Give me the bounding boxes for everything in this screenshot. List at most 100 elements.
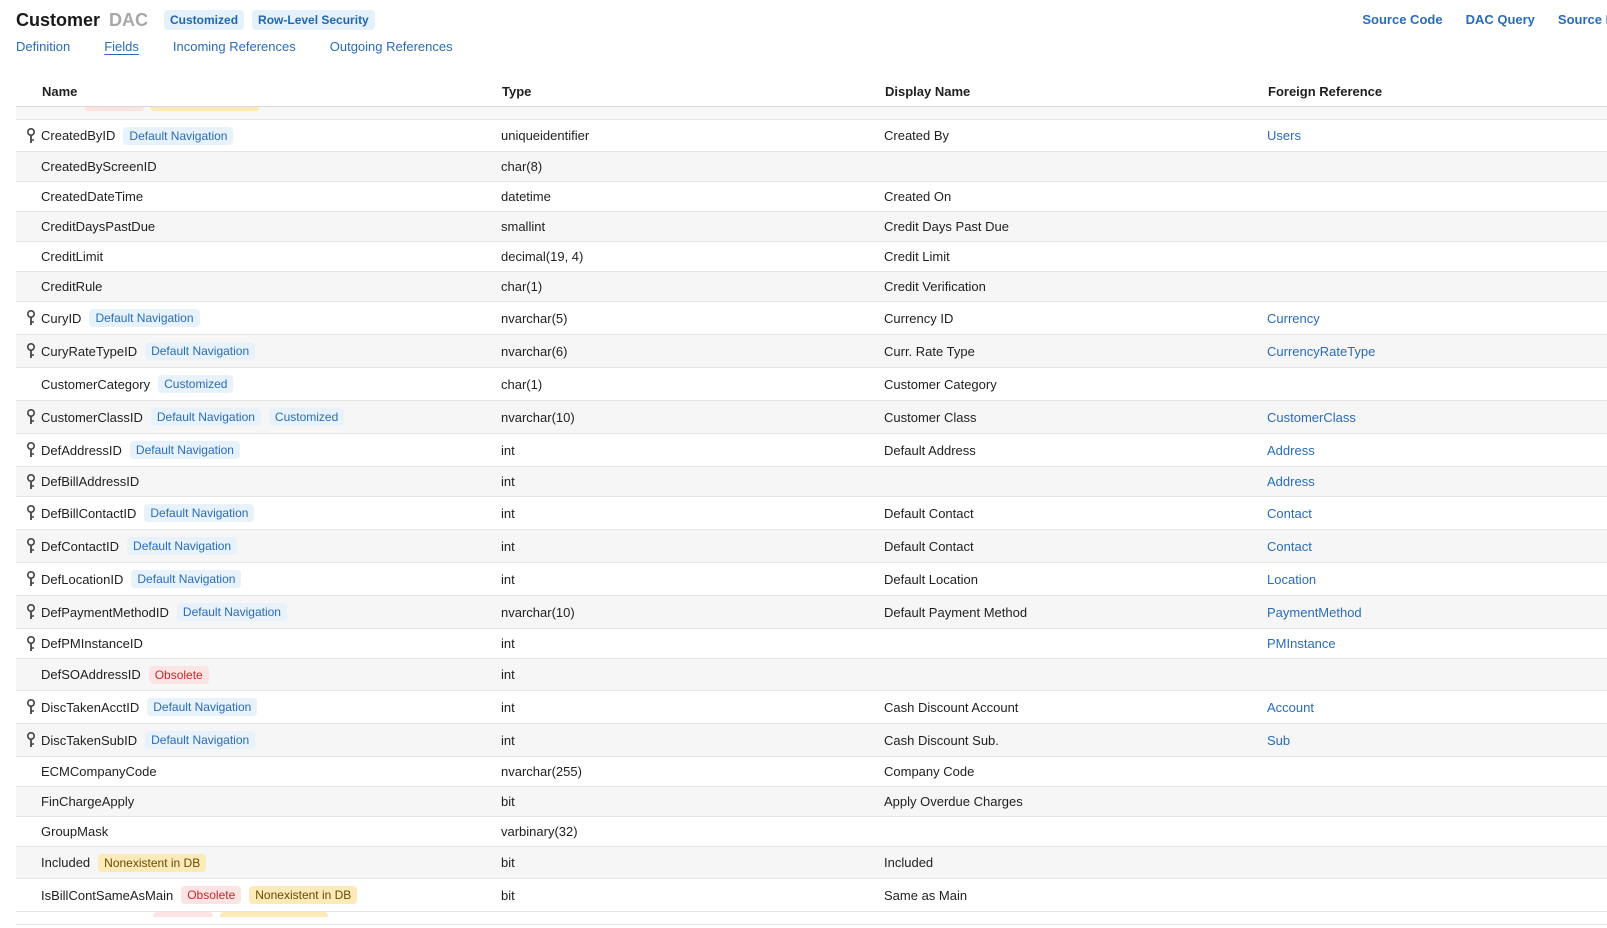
foreign-reference-link[interactable]: Currency xyxy=(1267,311,1320,326)
tab-bar: Definition Fields Incoming References Ou… xyxy=(16,39,487,56)
field-name-cell: DefSOAddressID Obsolete xyxy=(41,665,209,684)
field-name-cell: GroupMask xyxy=(41,824,108,839)
table-row[interactable]: CreatedByScreenID char(8) xyxy=(16,152,1607,182)
default-navigation-tag: Default Navigation xyxy=(144,504,255,522)
table-row[interactable]: DiscTakenAcctID Default Navigation int Cash… xyxy=(16,691,1607,724)
foreign-reference-link[interactable]: PaymentMethod xyxy=(1267,605,1362,620)
table-row[interactable]: Included Nonexistent in DB bit Included xyxy=(16,847,1607,879)
field-name-cell: DefAddressID Default Navigation xyxy=(41,441,240,459)
foreign-reference-link[interactable]: PMInstance xyxy=(1267,636,1336,651)
table-row[interactable]: DefAddressID Default Navigation int Default… xyxy=(16,434,1607,467)
table-row[interactable]: CreatedByID Default Navigation uniqueident… xyxy=(16,120,1607,152)
field-name: DefPaymentMethodID xyxy=(41,604,169,620)
table-row[interactable]: CustomerCategory Customized char(1) Custome… xyxy=(16,368,1607,401)
field-name: DiscTakenAcctID xyxy=(41,699,140,715)
field-name-cell: DefContactID Default Navigation xyxy=(41,537,238,555)
table-row[interactable]: DefContactID Default Navigation int Default… xyxy=(16,530,1607,563)
field-display-name: Included xyxy=(884,855,934,870)
field-name-cell: CreatedByScreenID xyxy=(41,159,157,174)
field-type: char(1) xyxy=(501,279,543,294)
foreign-reference-link[interactable]: CurrencyRateType xyxy=(1267,344,1375,359)
field-display-name: Cash Discount Account xyxy=(884,699,1019,715)
obsolete-tag-fragment xyxy=(153,912,213,917)
field-name: DefContactID xyxy=(41,538,120,554)
table-row[interactable]: CreditDaysPastDue smallint Credit Days Pas… xyxy=(16,212,1607,242)
field-type: uniqueidentifier xyxy=(501,128,590,143)
field-type: int xyxy=(501,636,515,651)
table-row[interactable]: DiscTakenSubID Default Navigation int Cash … xyxy=(16,724,1607,757)
key-icon xyxy=(26,731,36,748)
foreign-reference-link[interactable]: Address xyxy=(1267,474,1315,489)
key-icon xyxy=(26,603,36,620)
page-title: Customer xyxy=(16,9,101,30)
field-display-name: Default Address xyxy=(884,442,976,458)
field-display-name: Apply Overdue Charges xyxy=(884,794,1023,809)
field-name-cell: CustomerClassID Default Navigation Customi… xyxy=(41,408,345,426)
field-name: CreatedByScreenID xyxy=(41,159,157,174)
table-row[interactable]: GroupMask varbinary(32) xyxy=(16,817,1607,847)
column-header-display-name[interactable]: Display Name xyxy=(885,84,970,99)
table-row[interactable]: CreatedDateTime datetime Created On xyxy=(16,182,1607,212)
foreign-reference-link[interactable]: Contact xyxy=(1267,539,1312,554)
table-row[interactable]: IsBillContSameAsMain Obsolete Nonexistent … xyxy=(16,879,1607,912)
column-header-name[interactable]: Name xyxy=(42,84,77,99)
table-row[interactable]: DefPMInstanceID int PMInstance xyxy=(16,629,1607,659)
table-row[interactable]: DefBillContactID Default Navigation int Def… xyxy=(16,497,1607,530)
row-level-security-badge: Row-Level Security xyxy=(252,10,375,30)
field-type: int xyxy=(501,442,515,458)
table-row[interactable]: DefSOAddressID Obsolete int xyxy=(16,659,1607,691)
field-display-name: Credit Limit xyxy=(884,249,950,264)
field-display-name: Credit Days Past Due xyxy=(884,219,1009,234)
obsolete-tag: Obsolete xyxy=(181,886,242,904)
tab-fields[interactable]: Fields xyxy=(104,39,139,56)
foreign-reference-link[interactable]: Users xyxy=(1267,128,1301,143)
table-row[interactable]: DefLocationID Default Navigation int Defaul… xyxy=(16,563,1607,596)
table-row[interactable]: CuryID Default Navigation nvarchar(5) Curre… xyxy=(16,302,1607,335)
table-row[interactable]: DefPaymentMethodID Default Navigation nvar… xyxy=(16,596,1607,629)
fields-table: Name Type Display Name Foreign Reference… xyxy=(16,77,1607,925)
field-name: CustomerClassID xyxy=(41,409,143,425)
tab-incoming-references[interactable]: Incoming References xyxy=(173,39,296,56)
source-code-link[interactable]: Source Code xyxy=(1362,12,1442,27)
tab-definition[interactable]: Definition xyxy=(16,39,70,56)
key-icon xyxy=(26,441,36,458)
field-name: GroupMask xyxy=(41,824,109,839)
default-navigation-tag: Default Navigation xyxy=(123,126,234,145)
dac-query-link[interactable]: DAC Query xyxy=(1466,12,1535,27)
tab-outgoing-references[interactable]: Outgoing References xyxy=(330,39,453,56)
key-icon xyxy=(26,342,36,359)
field-name-cell: IsBillContSameAsMain Obsolete Nonexistent … xyxy=(41,886,358,904)
column-header-foreign-reference[interactable]: Foreign Reference xyxy=(1268,84,1382,99)
table-row[interactable]: CustomerClassID Default Navigation Customi… xyxy=(16,401,1607,434)
table-row[interactable]: FinChargeApply bit Apply Overdue Charges xyxy=(16,787,1607,817)
foreign-reference-link[interactable]: Contact xyxy=(1267,506,1312,521)
field-name-cell: Included Nonexistent in DB xyxy=(41,853,207,872)
customized-tag: Customized xyxy=(158,375,234,393)
field-name-cell: CreatedByID Default Navigation xyxy=(41,126,234,145)
foreign-reference-link[interactable]: Location xyxy=(1267,572,1316,587)
table-row[interactable]: DefBillAddressID int Address xyxy=(16,467,1607,497)
field-name-cell: DefBillContactID Default Navigation xyxy=(41,504,255,522)
field-type: smallint xyxy=(501,219,546,234)
field-name-cell: CustomerCategory Customized xyxy=(41,375,234,393)
table-row[interactable]: CreditRule char(1) Credit Verification xyxy=(16,272,1607,302)
source-d-link[interactable]: Source D xyxy=(1558,12,1607,27)
field-type: nvarchar(10) xyxy=(501,604,575,620)
foreign-reference-link[interactable]: CustomerClass xyxy=(1267,410,1356,425)
field-type: nvarchar(5) xyxy=(501,310,568,326)
key-icon xyxy=(26,635,36,652)
page-kind: DAC xyxy=(109,9,149,30)
field-display-name: Default Contact xyxy=(884,538,974,554)
column-header-type[interactable]: Type xyxy=(502,84,531,99)
field-type: decimal(19, 4) xyxy=(501,249,584,264)
table-row[interactable]: CreditLimit decimal(19, 4) Credit Limit xyxy=(16,242,1607,272)
foreign-reference-link[interactable]: Sub xyxy=(1267,733,1290,748)
field-display-name: Credit Verification xyxy=(884,279,986,294)
table-row[interactable]: ECMCompanyCode nvarchar(255) Company Code xyxy=(16,757,1607,787)
foreign-reference-link[interactable]: Account xyxy=(1267,700,1314,715)
field-name: DefSOAddressID xyxy=(41,667,141,682)
foreign-reference-link[interactable]: Address xyxy=(1267,443,1315,458)
field-name: IsBillContSameAsMain xyxy=(41,887,174,903)
field-name: CreatedDateTime xyxy=(41,189,144,204)
table-row[interactable]: CuryRateTypeID Default Navigation nvarchar… xyxy=(16,335,1607,368)
